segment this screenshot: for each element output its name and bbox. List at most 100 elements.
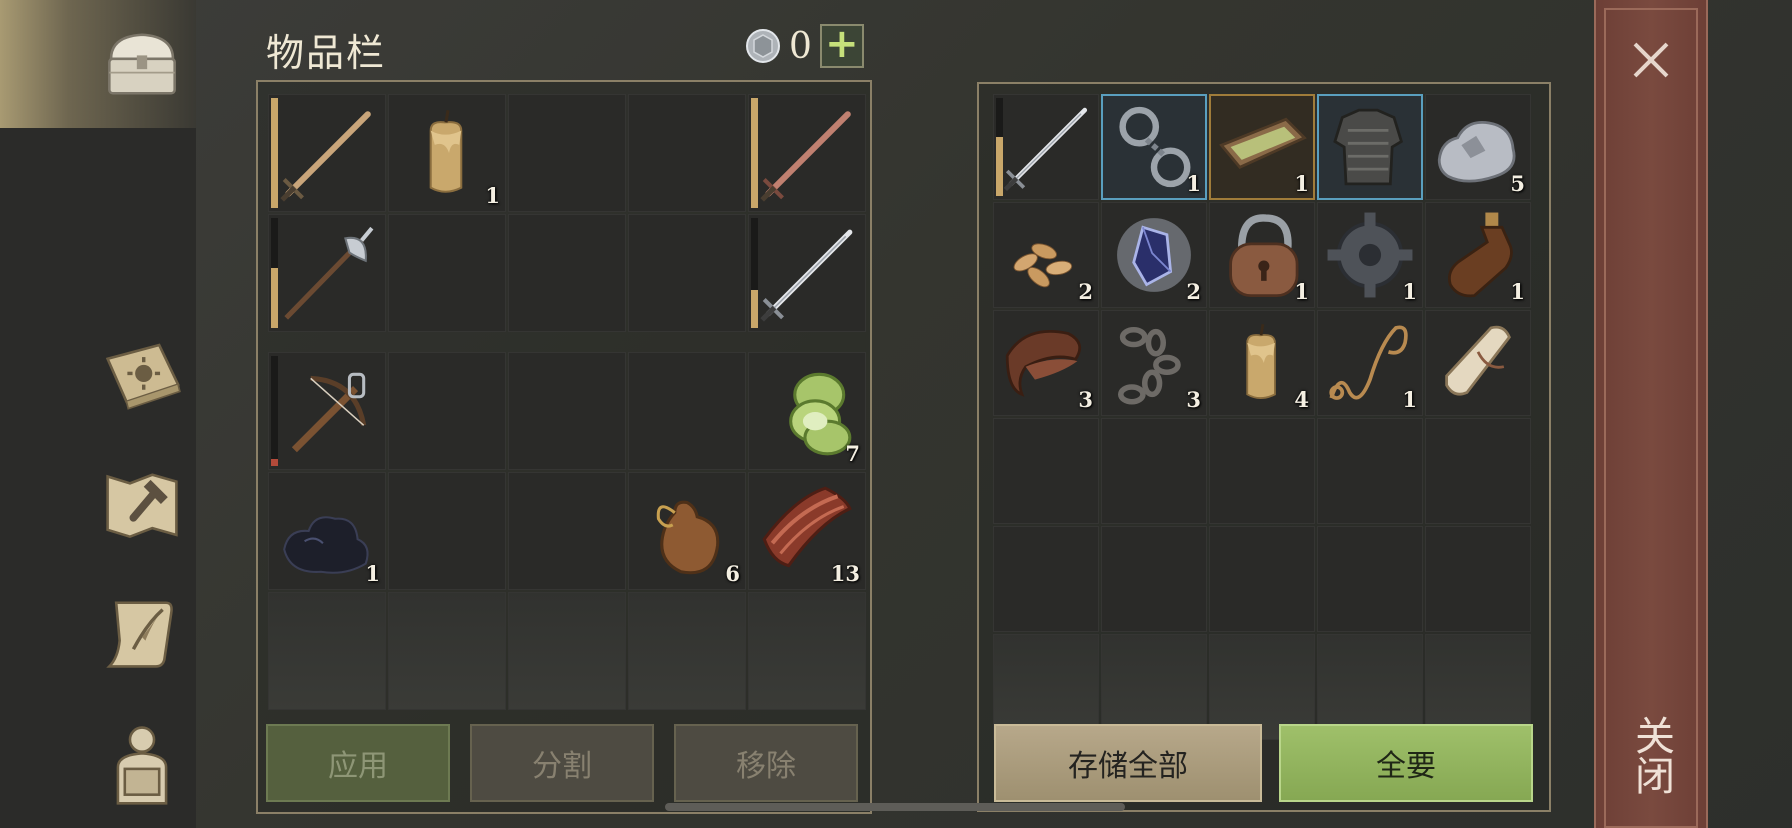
item-slot[interactable]: 1 — [388, 94, 506, 212]
empty-slot[interactable] — [1317, 526, 1423, 632]
item-quantity: 1 — [1294, 171, 1309, 196]
store-all-button[interactable]: 存储全部 — [994, 724, 1262, 802]
book-sun-icon — [105, 343, 181, 410]
empty-slot[interactable] — [1425, 526, 1531, 632]
nav-character-button[interactable] — [92, 712, 192, 812]
apply-button[interactable]: 应用 — [266, 724, 450, 802]
item-quantity: 2 — [1078, 279, 1093, 304]
empty-slot[interactable] — [388, 352, 506, 470]
item-slot[interactable]: 1 — [268, 472, 386, 590]
nav-crafting-button[interactable] — [92, 454, 192, 554]
empty-slot[interactable] — [748, 592, 866, 710]
crossbow-icon — [291, 372, 367, 453]
split-button[interactable]: 分割 — [470, 724, 654, 802]
item-quantity: 1 — [1402, 279, 1417, 304]
empty-slot[interactable] — [1101, 526, 1207, 632]
empty-slot[interactable] — [628, 352, 746, 470]
empty-slot[interactable] — [508, 94, 626, 212]
empty-slot[interactable] — [508, 214, 626, 332]
item-slot[interactable] — [1425, 310, 1531, 416]
item-quantity: 3 — [1186, 387, 1201, 412]
scroll-icon — [1445, 325, 1511, 396]
item-quantity: 1 — [365, 561, 380, 586]
item-quantity: 5 — [1510, 171, 1525, 196]
add-currency-button[interactable]: + — [819, 24, 864, 68]
item-slot[interactable]: 1 — [1425, 202, 1531, 308]
item-quantity: 1 — [1402, 387, 1417, 412]
item-quantity: 7 — [845, 441, 860, 466]
close-icon[interactable] — [1621, 30, 1681, 90]
item-slot[interactable]: 3 — [993, 310, 1099, 416]
item-quantity: 13 — [830, 561, 860, 586]
item-slot[interactable]: 1 — [1209, 202, 1315, 308]
inventory-title: 物品栏 — [266, 31, 387, 75]
empty-slot[interactable] — [1425, 418, 1531, 524]
item-slot[interactable]: 4 — [1209, 310, 1315, 416]
item-slot[interactable] — [748, 214, 866, 332]
empty-slot[interactable] — [388, 214, 506, 332]
item-slot[interactable]: 13 — [748, 472, 866, 590]
close-panel[interactable]: 关闭 — [1594, 0, 1708, 828]
currency-display: 0 + — [745, 24, 864, 68]
item-slot[interactable]: 1 — [1101, 94, 1207, 200]
item-quantity: 3 — [1078, 387, 1093, 412]
empty-slot[interactable] — [508, 472, 626, 590]
chest-icon — [108, 33, 176, 95]
empty-slot[interactable] — [1209, 526, 1315, 632]
item-slot[interactable]: 7 — [748, 352, 866, 470]
currency-value: 0 — [789, 25, 812, 67]
storage-grid: 1 1 5 2 2 1 1 1 3 3 4 1 — [993, 94, 1531, 740]
item-slot[interactable] — [268, 94, 386, 212]
empty-slot[interactable] — [1317, 418, 1423, 524]
item-quantity: 1 — [1186, 171, 1201, 196]
nav-inventory-button[interactable] — [92, 14, 192, 114]
copper-sword-icon — [760, 111, 851, 202]
left-nav — [0, 0, 196, 828]
halberd-icon — [284, 226, 374, 320]
item-quantity: 6 — [725, 561, 740, 586]
item-slot[interactable]: 1 — [1317, 202, 1423, 308]
sword-icon — [280, 111, 371, 202]
empty-slot[interactable] — [628, 94, 746, 212]
empty-slot[interactable] — [993, 526, 1099, 632]
empty-slot[interactable] — [1101, 418, 1207, 524]
empty-slot[interactable] — [628, 214, 746, 332]
item-slot[interactable] — [993, 94, 1099, 200]
nav-skills-button[interactable] — [92, 326, 192, 426]
empty-slot[interactable] — [993, 418, 1099, 524]
take-all-button[interactable]: 全要 — [1279, 724, 1533, 802]
item-slot[interactable]: 1 — [1317, 310, 1423, 416]
nav-quests-button[interactable] — [92, 582, 192, 682]
empty-slot[interactable] — [508, 592, 626, 710]
item-quantity: 4 — [1294, 387, 1309, 412]
item-slot[interactable]: 2 — [993, 202, 1099, 308]
steel-sword-icon — [760, 229, 853, 322]
item-quantity: 2 — [1186, 279, 1201, 304]
empty-slot[interactable] — [1209, 418, 1315, 524]
item-slot[interactable] — [268, 214, 386, 332]
item-slot[interactable] — [748, 94, 866, 212]
empty-slot[interactable] — [268, 592, 386, 710]
item-slot[interactable]: 6 — [628, 472, 746, 590]
quickbar-grid: 1 — [268, 94, 866, 332]
chainmail-icon — [1333, 108, 1404, 186]
backpack-character-icon — [116, 726, 168, 805]
empty-slot[interactable] — [628, 592, 746, 710]
item-quantity: 1 — [1510, 279, 1525, 304]
item-slot[interactable]: 2 — [1101, 202, 1207, 308]
backpack-grid: 7 1 6 13 — [268, 352, 866, 710]
home-indicator — [665, 803, 1125, 811]
item-slot[interactable] — [268, 352, 386, 470]
map-hammer-icon — [106, 473, 178, 539]
item-slot[interactable]: 5 — [1425, 94, 1531, 200]
empty-slot[interactable] — [388, 472, 506, 590]
empty-slot[interactable] — [388, 592, 506, 710]
item-slot[interactable] — [1317, 94, 1423, 200]
item-slot[interactable]: 1 — [1209, 94, 1315, 200]
empty-slot[interactable] — [508, 352, 626, 470]
remove-button[interactable]: 移除 — [674, 724, 858, 802]
scroll-quill-icon — [106, 601, 173, 668]
steel-sword-icon — [1003, 107, 1088, 192]
silver-coin-icon — [746, 29, 780, 63]
item-slot[interactable]: 3 — [1101, 310, 1207, 416]
